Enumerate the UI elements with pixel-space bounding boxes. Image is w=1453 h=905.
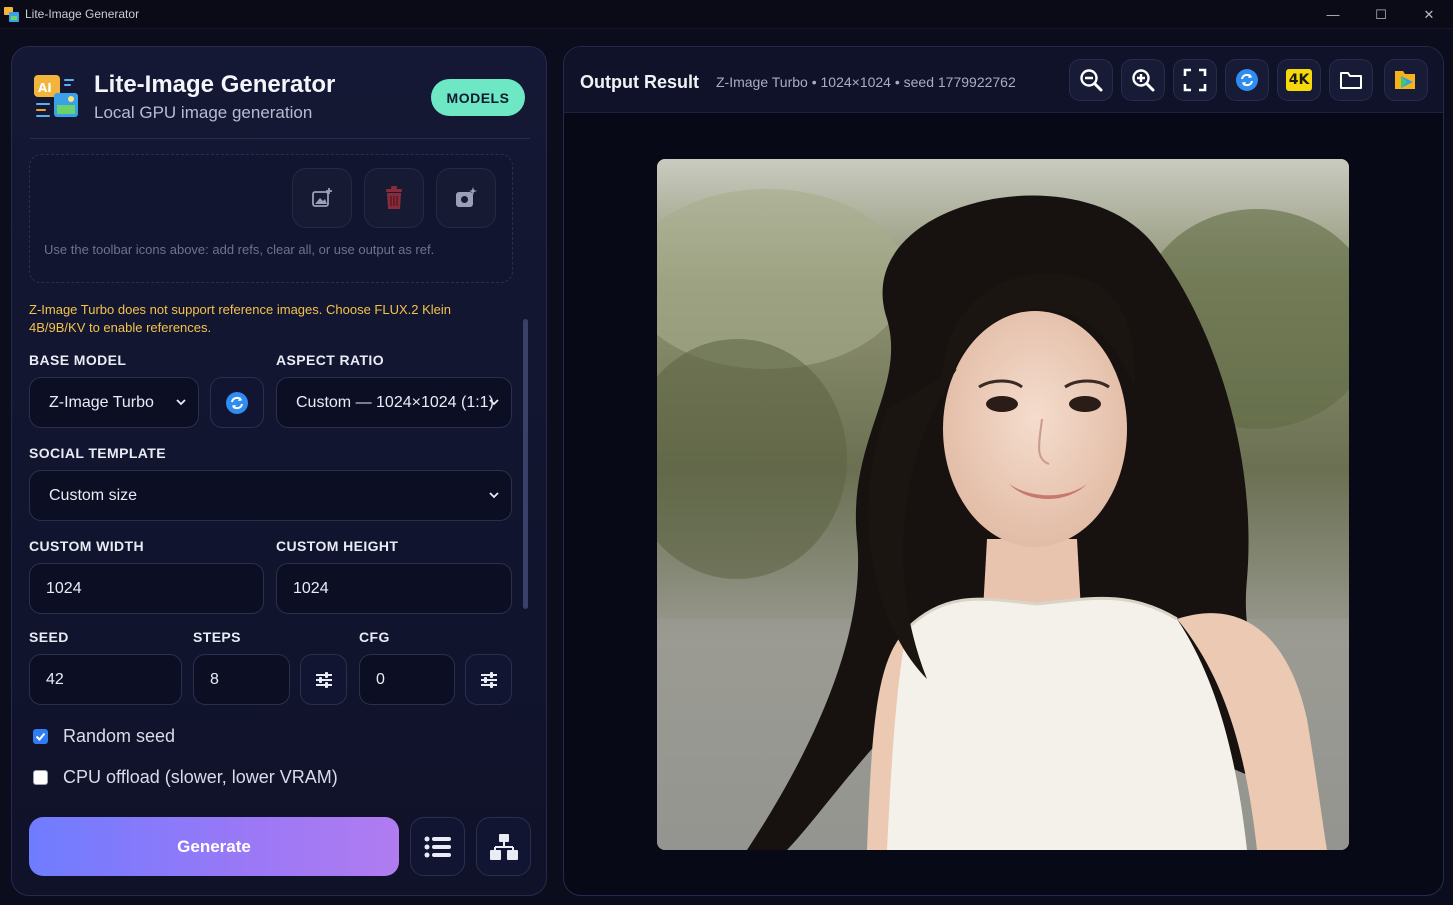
custom-height-label: CUSTOM HEIGHT (276, 538, 399, 554)
aspect-ratio-label: ASPECT RATIO (276, 352, 384, 368)
settings-panel: AI Lite-Image Generator Local GPU image … (11, 46, 547, 896)
refresh-models-button[interactable] (210, 377, 264, 428)
cpu-offload-checkbox[interactable] (33, 770, 48, 785)
upscale-4k-button[interactable]: 4K (1277, 59, 1321, 101)
base-model-value: Z-Image Turbo (49, 393, 154, 411)
seed-input[interactable]: 42 (29, 654, 182, 705)
settings-scrollbar[interactable] (523, 319, 528, 609)
cfg-label: CFG (359, 629, 390, 645)
folder-icon (1340, 72, 1362, 89)
brand-logo-icon: AI (32, 73, 80, 121)
reference-hint: Use the toolbar icons above: add refs, c… (44, 242, 435, 257)
use-output-as-ref-button[interactable] (436, 168, 496, 228)
random-seed-label: Random seed (63, 726, 176, 746)
cpu-offload-label: CPU offload (slower, lower VRAM) (63, 767, 338, 787)
maximize-button[interactable]: ☐ (1357, 0, 1405, 29)
4k-badge-label: 4K (1288, 72, 1310, 88)
aspect-ratio-select[interactable]: Custom — 1024×1024 (1:1) (276, 377, 512, 428)
window-title: Lite-Image Generator (25, 7, 140, 21)
svg-text:AI: AI (38, 81, 52, 95)
generate-button[interactable]: Generate (29, 817, 399, 876)
app-icon (4, 6, 19, 22)
random-seed-row[interactable]: Random seed (33, 726, 175, 747)
regenerate-button[interactable] (1225, 59, 1269, 101)
social-template-label: SOCIAL TEMPLATE (29, 445, 166, 461)
base-model-label: BASE MODEL (29, 352, 127, 368)
close-button[interactable]: ✕ (1405, 0, 1453, 29)
random-seed-checkbox[interactable] (33, 729, 48, 744)
output-image[interactable] (657, 159, 1349, 850)
app-title: Lite-Image Generator (94, 71, 336, 98)
custom-width-input[interactable]: 1024 (29, 563, 264, 614)
checkmark-icon (35, 732, 46, 741)
seed-label: SEED (29, 629, 69, 645)
models-button[interactable]: MODELS (431, 79, 525, 116)
window-titlebar: Lite-Image Generator — ☐ ✕ (0, 0, 1453, 29)
custom-height-input[interactable]: 1024 (276, 563, 512, 614)
add-reference-button[interactable] (292, 168, 352, 228)
reference-images-box: Use the toolbar icons above: add refs, c… (29, 154, 513, 283)
fullscreen-icon (1183, 68, 1207, 92)
divider (30, 138, 530, 139)
batch-layout-button[interactable] (476, 817, 531, 876)
social-template-value: Custom size (49, 486, 138, 504)
4k-upscale-icon: 4K (1286, 69, 1312, 91)
trash-icon (386, 186, 402, 209)
fullscreen-button[interactable] (1173, 59, 1217, 101)
output-meta: Z-Image Turbo • 1024×1024 • seed 1779922… (716, 74, 1016, 90)
output-header: Output Result Z-Image Turbo • 1024×1024 … (564, 47, 1443, 113)
list-icon (424, 836, 451, 857)
add-image-icon (312, 188, 332, 207)
minimize-button[interactable]: — (1309, 0, 1357, 29)
reference-warning: Z-Image Turbo does not support reference… (29, 302, 451, 335)
base-model-select[interactable]: Z-Image Turbo (29, 377, 199, 428)
open-folder-button[interactable] (1329, 59, 1373, 101)
steps-label: STEPS (193, 629, 241, 645)
zoom-out-button[interactable] (1069, 59, 1113, 101)
app-subtitle: Local GPU image generation (94, 103, 313, 122)
social-template-select[interactable]: Custom size (29, 470, 512, 521)
steps-input[interactable]: 8 (193, 654, 290, 705)
zoom-out-icon (1080, 69, 1103, 92)
steps-presets-button[interactable] (300, 654, 347, 705)
export-icon (1395, 71, 1415, 89)
aspect-ratio-value: Custom — 1024×1024 (1:1) (296, 393, 494, 411)
queue-list-button[interactable] (410, 817, 465, 876)
sliders-icon (315, 671, 332, 688)
brand-header: AI Lite-Image Generator Local GPU image … (32, 71, 335, 122)
use-output-icon (456, 187, 477, 207)
chevron-down-icon (489, 492, 499, 499)
chevron-down-icon (489, 399, 499, 406)
clear-references-button[interactable] (364, 168, 424, 228)
cfg-input[interactable]: 0 (359, 654, 455, 705)
output-panel: Output Result Z-Image Turbo • 1024×1024 … (563, 46, 1444, 896)
cfg-presets-button[interactable] (465, 654, 512, 705)
sitemap-icon (489, 833, 518, 860)
export-button[interactable] (1384, 59, 1428, 101)
zoom-in-button[interactable] (1121, 59, 1165, 101)
refresh-icon (1236, 69, 1258, 91)
sliders-icon (480, 671, 497, 688)
cpu-offload-row[interactable]: CPU offload (slower, lower VRAM) (33, 767, 338, 788)
chevron-down-icon (176, 399, 186, 406)
zoom-in-icon (1132, 69, 1155, 92)
refresh-icon (226, 391, 248, 414)
output-title: Output Result (580, 72, 699, 92)
custom-width-label: CUSTOM WIDTH (29, 538, 144, 554)
